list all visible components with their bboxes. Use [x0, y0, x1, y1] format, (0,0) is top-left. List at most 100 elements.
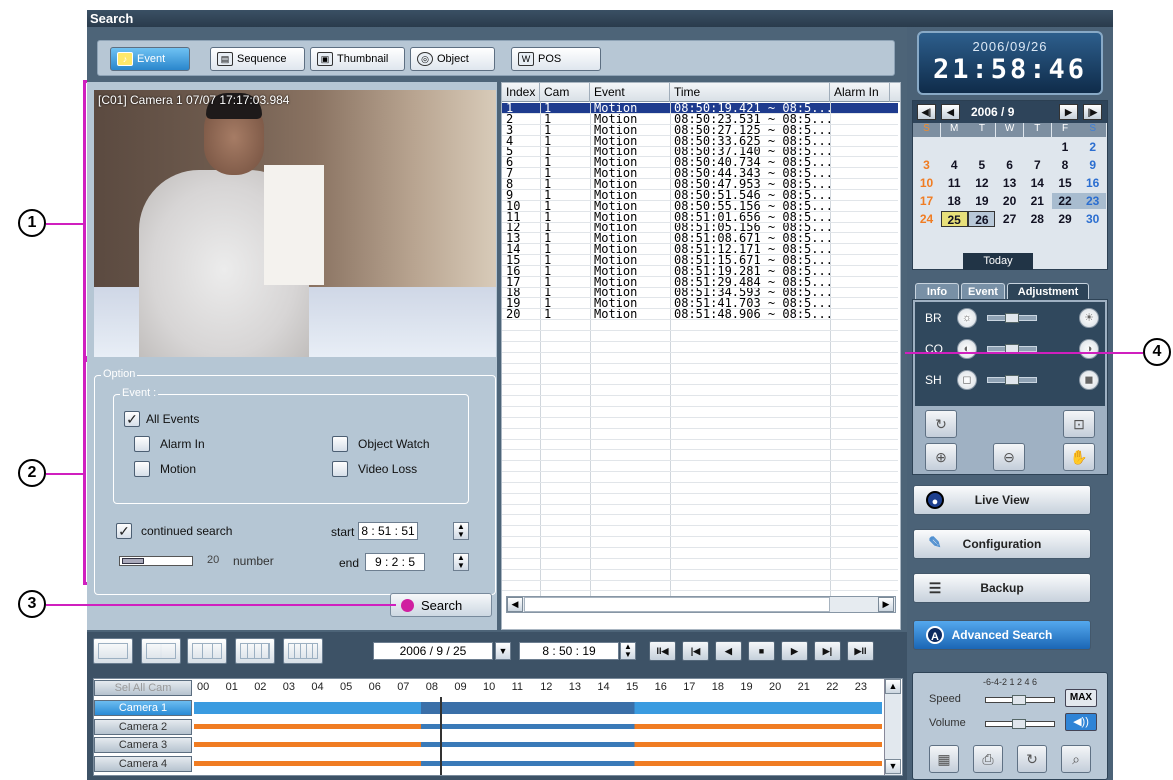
time-stepper[interactable]: ▲ ▼ [620, 642, 636, 660]
configuration-button[interactable]: ✎ Configuration [913, 529, 1091, 559]
calendar-day[interactable]: 30 [1079, 211, 1106, 227]
end-time-input[interactable]: 9 : 2 : 5 [365, 553, 425, 571]
calendar-day[interactable]: 22 [1051, 193, 1079, 209]
calendar-day[interactable]: 24 [913, 211, 940, 227]
calendar-day[interactable]: 10 [913, 175, 940, 191]
layout-3x3-button[interactable] [187, 638, 227, 664]
thumbnail-mode-button[interactable]: ▣ Thumbnail [310, 47, 405, 71]
zoom-in-icon[interactable]: ⊕ [925, 443, 957, 471]
camera-recording-track[interactable] [194, 760, 882, 766]
col-alarm-in[interactable]: Alarm In [830, 83, 890, 102]
calendar-day[interactable]: 20 [996, 193, 1023, 209]
volume-slider[interactable] [985, 719, 1055, 729]
contrast-up-icon[interactable]: ◑ [1079, 339, 1099, 359]
col-index[interactable]: Index [502, 83, 540, 102]
layout-4x4-button[interactable] [235, 638, 275, 664]
start-time-stepper[interactable]: ▲ ▼ [453, 522, 469, 540]
calendar-day[interactable]: 27 [996, 211, 1023, 227]
speaker-icon[interactable]: ◀)) [1065, 713, 1097, 731]
camera-select-button[interactable]: Camera 3 [94, 737, 192, 753]
timeline-time-input[interactable]: 8 : 50 : 19 [519, 642, 619, 660]
brightness-up-icon[interactable]: ☀ [1079, 308, 1099, 328]
calendar-day[interactable]: 16 [1079, 175, 1106, 191]
search-button[interactable]: Search [390, 593, 492, 617]
step-forward-icon[interactable]: ▶| [814, 641, 841, 661]
camera-select-button[interactable]: Camera 1 [94, 700, 192, 716]
date-dropdown-icon[interactable]: ▼ [495, 642, 511, 660]
timeline-vertical-scrollbar[interactable]: ▲ ▼ [884, 679, 901, 775]
sequence-mode-button[interactable]: ▤ Sequence [210, 47, 305, 71]
motion-checkbox[interactable] [134, 461, 150, 477]
backup-button[interactable]: ☰ Backup [913, 573, 1091, 603]
rotate-icon[interactable]: ↻ [925, 410, 957, 438]
select-all-cameras-button[interactable]: Sel All Cam [94, 680, 192, 696]
print-icon[interactable]: ⎙ [973, 745, 1003, 773]
calendar-day[interactable]: 9 [1079, 157, 1106, 173]
pan-hand-icon[interactable]: ✋ [1063, 443, 1095, 471]
camera-recording-track[interactable] [194, 742, 882, 747]
calendar-day[interactable]: 18 [941, 193, 968, 209]
layout-1x1-button[interactable] [93, 638, 133, 664]
speed-slider[interactable] [985, 695, 1055, 705]
end-time-stepper[interactable]: ▲ ▼ [453, 553, 469, 571]
calendar-day[interactable]: 26 [968, 211, 996, 227]
camera-select-button[interactable]: Camera 4 [94, 755, 192, 772]
next-month-icon[interactable]: ▶ [1059, 104, 1078, 120]
recording-timeline[interactable]: Sel All Cam 00 01 02 03 04 05 06 07 08 09 10 11 12 13… [93, 678, 903, 776]
pos-mode-button[interactable]: W POS [511, 47, 601, 71]
sharpness-slider[interactable] [987, 375, 1037, 385]
start-time-input[interactable]: 8 : 51 : 51 [358, 522, 418, 540]
today-button[interactable]: Today [963, 253, 1033, 270]
col-event[interactable]: Event [590, 83, 670, 102]
play-reverse-icon[interactable]: ◀ [715, 641, 742, 661]
brightness-down-icon[interactable]: ☼ [957, 308, 977, 328]
zoom-out-icon[interactable]: ⊖ [993, 443, 1025, 471]
contrast-down-icon[interactable]: ◐ [957, 339, 977, 359]
object-watch-checkbox[interactable] [332, 436, 348, 452]
calendar-day[interactable]: 17 [913, 193, 940, 209]
camera-recording-track[interactable] [194, 723, 882, 729]
number-slider[interactable] [119, 556, 193, 566]
event-mode-button[interactable]: ♪ Event [110, 47, 190, 71]
calendar-day[interactable]: 3 [913, 157, 940, 173]
brightness-slider[interactable] [987, 313, 1037, 323]
calendar-day[interactable]: 23 [1079, 193, 1107, 209]
step-back-icon[interactable]: |◀ [682, 641, 709, 661]
next-year-icon[interactable]: |▶ [1083, 104, 1102, 120]
calendar-day[interactable]: 25 [940, 211, 968, 227]
layout-2x2-button[interactable] [141, 638, 181, 664]
calendar-day[interactable]: 6 [996, 157, 1023, 173]
prev-year-icon[interactable]: ◀| [917, 104, 936, 120]
calendar-day[interactable]: 19 [968, 193, 995, 209]
continued-search-checkbox[interactable]: ✓ [116, 523, 132, 539]
stop-icon[interactable]: ■ [748, 641, 775, 661]
max-speed-button[interactable]: MAX [1065, 689, 1097, 707]
timeline-date-input[interactable]: 2006 / 9 / 25 [373, 642, 493, 660]
timeline-cursor[interactable] [440, 697, 442, 775]
tab-adjustment[interactable]: Adjustment [1007, 283, 1089, 299]
calendar-day[interactable]: 11 [941, 175, 968, 191]
camera-select-button[interactable]: Camera 2 [94, 718, 192, 735]
video-loss-checkbox[interactable] [332, 461, 348, 477]
calendar-day[interactable]: 13 [996, 175, 1023, 191]
alarm-in-checkbox[interactable] [134, 436, 150, 452]
calendar-day[interactable]: 29 [1052, 211, 1079, 227]
go-to-start-icon[interactable]: II◀ [649, 641, 676, 661]
col-time[interactable]: Time [670, 83, 830, 102]
calendar-day[interactable]: 7 [1024, 157, 1051, 173]
calendar-day[interactable]: 5 [968, 157, 995, 173]
video-preview[interactable]: [C01] Camera 1 07/07 17:17:03.984 [94, 90, 496, 357]
calendar-day[interactable]: 15 [1052, 175, 1079, 191]
calendar-day[interactable]: 4 [941, 157, 968, 173]
scroll-up-arrow-icon[interactable]: ▲ [885, 679, 901, 694]
go-to-end-icon[interactable]: ▶II [847, 641, 874, 661]
calendar-day[interactable]: 2 [1079, 139, 1106, 155]
snapshot-icon[interactable]: ▦ [929, 745, 959, 773]
all-events-checkbox[interactable]: ✓ [124, 411, 140, 427]
calendar-day[interactable]: 28 [1024, 211, 1051, 227]
advanced-search-button[interactable]: A Advanced Search [913, 620, 1091, 650]
refresh-icon[interactable]: ↻ [1017, 745, 1047, 773]
tab-info[interactable]: Info [915, 283, 959, 299]
col-cam[interactable]: Cam [540, 83, 590, 102]
calendar-day[interactable]: 8 [1052, 157, 1079, 173]
